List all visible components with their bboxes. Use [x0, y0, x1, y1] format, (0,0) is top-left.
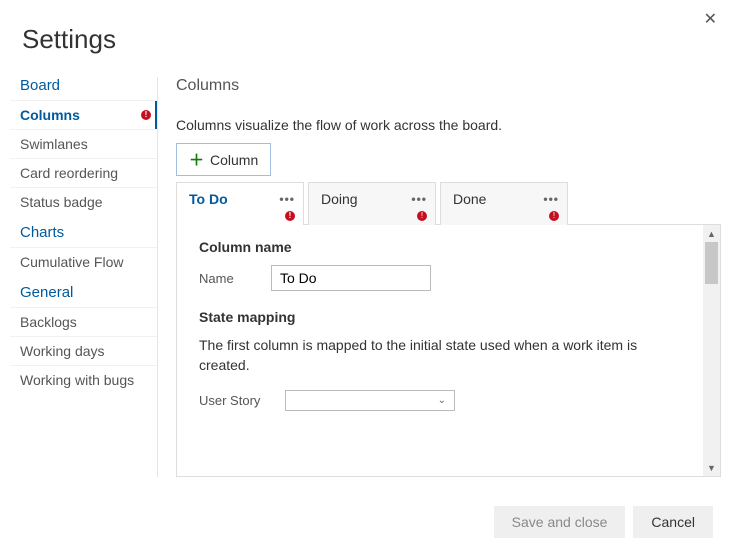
sidebar-item-working-with-bugs[interactable]: Working with bugs	[10, 365, 157, 394]
add-column-label: Column	[210, 152, 258, 168]
tab-content: Column name Name State mapping The first…	[177, 225, 703, 476]
name-label: Name	[199, 271, 255, 286]
sidebar-item-label: Status badge	[20, 194, 103, 210]
tab-doing[interactable]: Doing ••• !	[308, 182, 436, 225]
vertical-scrollbar[interactable]: ▲ ▼	[703, 225, 720, 476]
user-story-label: User Story	[199, 393, 269, 408]
sidebar-item-backlogs[interactable]: Backlogs	[10, 307, 157, 336]
more-icon[interactable]: •••	[411, 192, 427, 206]
scroll-down-icon[interactable]: ▼	[703, 459, 720, 476]
tab-label: To Do	[189, 191, 228, 207]
sidebar-group-charts: Charts	[10, 216, 157, 247]
sidebar-item-cumulative-flow[interactable]: Cumulative Flow	[10, 247, 157, 276]
more-icon[interactable]: •••	[543, 192, 559, 206]
user-story-select[interactable]: ⌄	[285, 390, 455, 411]
close-icon[interactable]: ✕	[700, 8, 721, 32]
tab-label: Doing	[321, 191, 358, 207]
chevron-down-icon: ⌄	[438, 395, 446, 406]
error-badge-icon: !	[141, 110, 151, 120]
column-name-input[interactable]	[271, 265, 431, 291]
tab-to-do[interactable]: To Do ••• !	[176, 182, 304, 225]
column-tabs: To Do ••• ! Doing ••• ! Done ••• !	[176, 182, 721, 225]
cancel-button[interactable]: Cancel	[633, 506, 713, 538]
add-column-button[interactable]: ＋ Column	[176, 143, 271, 176]
sidebar-group-general: General	[10, 276, 157, 307]
sidebar-item-card-reordering[interactable]: Card reordering	[10, 158, 157, 187]
tab-label: Done	[453, 191, 486, 207]
dialog-footer: Save and close Cancel	[494, 506, 713, 538]
sidebar-item-swimlanes[interactable]: Swimlanes	[10, 129, 157, 158]
more-icon[interactable]: •••	[279, 192, 295, 206]
state-mapping-description: The first column is mapped to the initia…	[199, 335, 685, 376]
error-badge-icon: !	[549, 211, 559, 221]
sidebar-item-label: Swimlanes	[20, 136, 88, 152]
panel-main: Columns Columns visualize the flow of wo…	[158, 77, 737, 477]
sidebar-item-working-days[interactable]: Working days	[10, 336, 157, 365]
settings-sidebar: Board Columns ! Swimlanes Card reorderin…	[10, 77, 158, 477]
panel-description: Columns visualize the flow of work acros…	[176, 117, 721, 143]
sidebar-item-status-badge[interactable]: Status badge	[10, 187, 157, 216]
sidebar-item-label: Working days	[20, 343, 105, 359]
error-badge-icon: !	[285, 211, 295, 221]
scroll-thumb[interactable]	[705, 242, 718, 284]
section-state-mapping: State mapping	[199, 309, 685, 325]
dialog-title: Settings	[0, 0, 737, 77]
sidebar-item-columns[interactable]: Columns !	[10, 100, 157, 129]
sidebar-item-label: Card reordering	[20, 165, 118, 181]
scroll-up-icon[interactable]: ▲	[703, 225, 720, 242]
sidebar-item-label: Columns	[20, 107, 80, 123]
section-column-name: Column name	[199, 239, 685, 255]
save-and-close-button[interactable]: Save and close	[494, 506, 626, 538]
sidebar-item-label: Backlogs	[20, 314, 77, 330]
sidebar-item-label: Cumulative Flow	[20, 254, 123, 270]
sidebar-group-board: Board	[10, 77, 157, 100]
error-badge-icon: !	[417, 211, 427, 221]
sidebar-item-label: Working with bugs	[20, 372, 134, 388]
plus-icon: ＋	[189, 149, 204, 170]
tab-done[interactable]: Done ••• !	[440, 182, 568, 225]
panel-title: Columns	[176, 77, 721, 117]
